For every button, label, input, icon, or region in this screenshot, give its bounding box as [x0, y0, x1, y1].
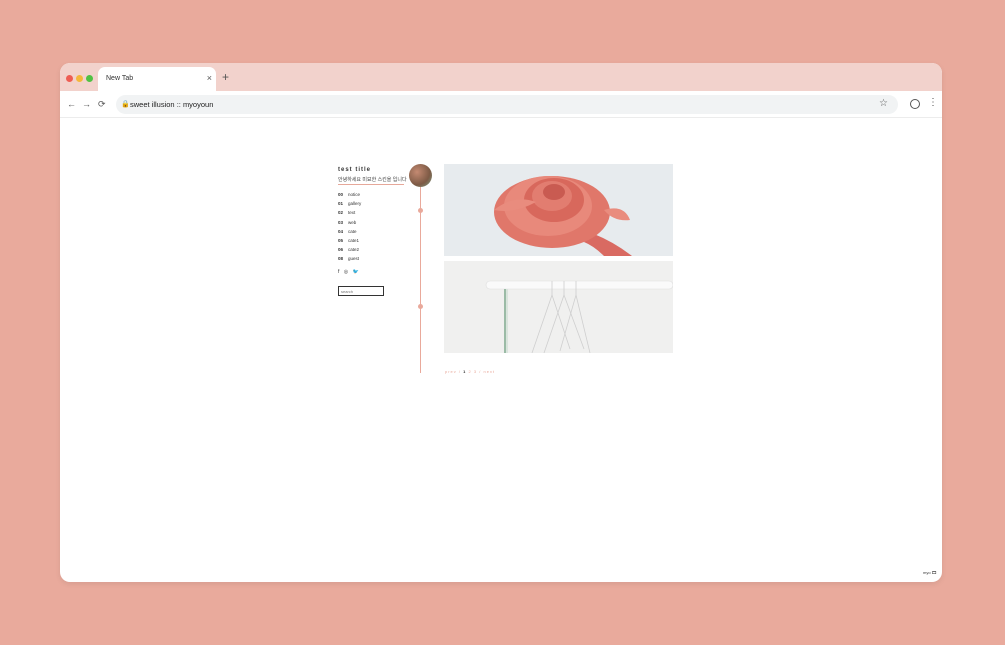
post-thumbnail-hangers[interactable]	[444, 261, 673, 353]
avatar	[409, 164, 432, 187]
title-underline	[338, 184, 404, 185]
nav-item-text[interactable]: 02 text	[338, 210, 361, 219]
extension-icon[interactable]	[910, 99, 920, 109]
timeline-dot	[418, 208, 423, 213]
star-icon[interactable]: ☆	[879, 98, 888, 110]
post-thumbnail-rose[interactable]	[444, 164, 673, 256]
forward-arrow-icon[interactable]: →	[82, 99, 91, 109]
tab-title: New Tab	[106, 75, 134, 82]
plus-icon[interactable]: +	[222, 70, 229, 84]
nav-item-cate[interactable]: 04 cate	[338, 229, 361, 238]
nav-item-cate2[interactable]: 06 cate2	[338, 247, 361, 256]
nav-item-cate1[interactable]: 05 cate1	[338, 238, 361, 247]
close-window-button[interactable]	[66, 75, 73, 82]
instagram-icon[interactable]: ◎	[344, 269, 348, 275]
page-2-link[interactable]: 2	[469, 369, 472, 374]
close-icon[interactable]: ×	[207, 72, 212, 84]
lock-icon: 🔒	[121, 101, 130, 108]
url-text: sweet illusion :: myoyoun	[130, 100, 214, 109]
hanger-rack-image	[444, 261, 673, 353]
tab-new-tab[interactable]: New Tab ×	[98, 67, 216, 91]
blog-title[interactable]: test title	[338, 167, 371, 173]
pagination-separator: /	[458, 369, 462, 374]
minimize-window-button[interactable]	[76, 75, 83, 82]
pagination: prev / 1 2 3 / next	[445, 369, 495, 374]
next-link[interactable]: next	[483, 369, 495, 374]
skin-credit-badge[interactable]: myo 🎞	[923, 570, 937, 575]
prev-link[interactable]: prev	[445, 369, 457, 374]
back-arrow-icon[interactable]: ←	[67, 99, 76, 109]
nav-item-guest[interactable]: 08 guest	[338, 256, 361, 265]
rose-image	[444, 164, 673, 256]
page-1-link[interactable]: 1	[463, 369, 466, 374]
reload-icon[interactable]: ⟳	[98, 99, 106, 109]
tab-bar: New Tab × +	[60, 63, 942, 91]
nav-item-web[interactable]: 03 web	[338, 220, 361, 229]
maximize-window-button[interactable]	[86, 75, 93, 82]
nav-item-gallery[interactable]: 01 gallery	[338, 201, 361, 210]
search-input[interactable]	[338, 286, 384, 296]
pagination-separator: /	[479, 369, 482, 374]
category-nav: 00 notice 01 gallery 02 text 03 web 04 cate 0…	[338, 192, 361, 266]
timeline-line	[420, 187, 421, 373]
browser-window: New Tab × + ← → ⟳ 🔒 sweet illusion :: my…	[60, 63, 942, 582]
page-3-link[interactable]: 3	[474, 369, 477, 374]
browser-toolbar: ← → ⟳ 🔒 sweet illusion :: myoyoun ☆ ⋮	[60, 91, 942, 118]
address-bar[interactable]: 🔒 sweet illusion :: myoyoun ☆	[116, 95, 898, 114]
facebook-icon[interactable]: f	[338, 269, 339, 275]
kebab-menu-icon[interactable]: ⋮	[928, 97, 938, 109]
social-links: f ◎ 🐦	[338, 269, 362, 275]
page-content: test title 안녕하세요 미묘한 스킨을 입니다 00 notice 01…	[60, 118, 942, 582]
twitter-icon[interactable]: 🐦	[353, 269, 359, 275]
nav-item-notice[interactable]: 00 notice	[338, 192, 361, 201]
timeline-dot	[418, 304, 423, 309]
blog-subtitle: 안녕하세요 미묘한 스킨을 입니다	[338, 177, 407, 183]
